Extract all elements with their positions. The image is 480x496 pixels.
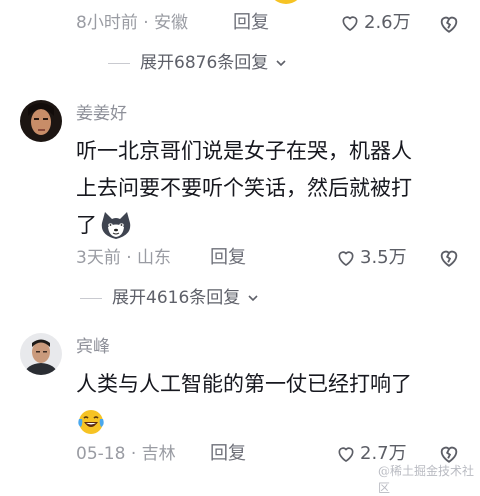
comment-2-reply-button[interactable]: 回复 xyxy=(210,247,246,269)
comment-2-like-button[interactable]: 3.5万 xyxy=(336,247,407,269)
chevron-down-icon xyxy=(276,60,286,67)
avatar-image xyxy=(20,333,62,375)
comment-2-like-count: 3.5万 xyxy=(360,247,407,268)
watermark: @稀土掘金技术社区 xyxy=(378,464,475,495)
broken-heart-icon xyxy=(440,250,458,267)
heart-icon xyxy=(338,251,354,266)
comment-3-time: 05-18 xyxy=(76,444,126,464)
comment-1-reply-button[interactable]: 回复 xyxy=(233,12,269,34)
husky-dog-emoji-icon xyxy=(99,211,133,241)
divider-line xyxy=(80,297,102,299)
comment-2-text: 听一北京哥们说是女子在哭，机器人 上去问要不要听个笑话，然后就被打 了 xyxy=(76,133,456,244)
avatar-image xyxy=(20,100,62,142)
comment-2-expand-replies[interactable]: 展开4616条回复 xyxy=(80,287,260,309)
comment-1-expand-label: 展开6876条回复 xyxy=(140,53,269,73)
broken-heart-icon xyxy=(440,16,458,33)
comment-3-location: 吉林 xyxy=(141,444,176,464)
comment-2-location: 山东 xyxy=(137,248,172,268)
comment-1-dislike-button[interactable] xyxy=(438,13,460,35)
comment-3-meta: 05-18 · 吉林 xyxy=(76,444,176,464)
comment-2-meta: 3天前 · 山东 xyxy=(76,248,172,268)
laughing-tears-emoji-icon xyxy=(76,407,106,437)
comment-3-reply-button[interactable]: 回复 xyxy=(210,443,246,465)
divider-line xyxy=(108,62,130,64)
chevron-down-icon xyxy=(248,295,258,302)
comment-1-expand-replies[interactable]: 展开6876条回复 xyxy=(108,52,288,74)
comment-3-text: 人类与人工智能的第一仗已经打响了 xyxy=(76,366,456,440)
comment-1-meta: 8小时前 · 安徽 xyxy=(76,13,189,33)
heart-icon xyxy=(342,16,358,31)
comment-2-username[interactable]: 姜姜好 xyxy=(76,103,127,125)
emoji-partial-icon xyxy=(264,0,354,8)
avatar[interactable] xyxy=(20,333,62,375)
comment-2-dislike-button[interactable] xyxy=(438,247,460,269)
comment-1-like-button[interactable]: 2.6万 xyxy=(340,12,411,34)
comment-2-time: 3天前 xyxy=(76,248,121,268)
comment-3-username[interactable]: 宾峰 xyxy=(76,336,110,358)
comment-1-time: 8小时前 xyxy=(76,13,138,33)
comment-1-like-count: 2.6万 xyxy=(364,12,411,33)
comment-2-expand-label: 展开4616条回复 xyxy=(112,288,241,308)
comment-1-location: 安徽 xyxy=(154,13,189,33)
heart-icon xyxy=(338,447,354,462)
avatar[interactable] xyxy=(20,100,62,142)
